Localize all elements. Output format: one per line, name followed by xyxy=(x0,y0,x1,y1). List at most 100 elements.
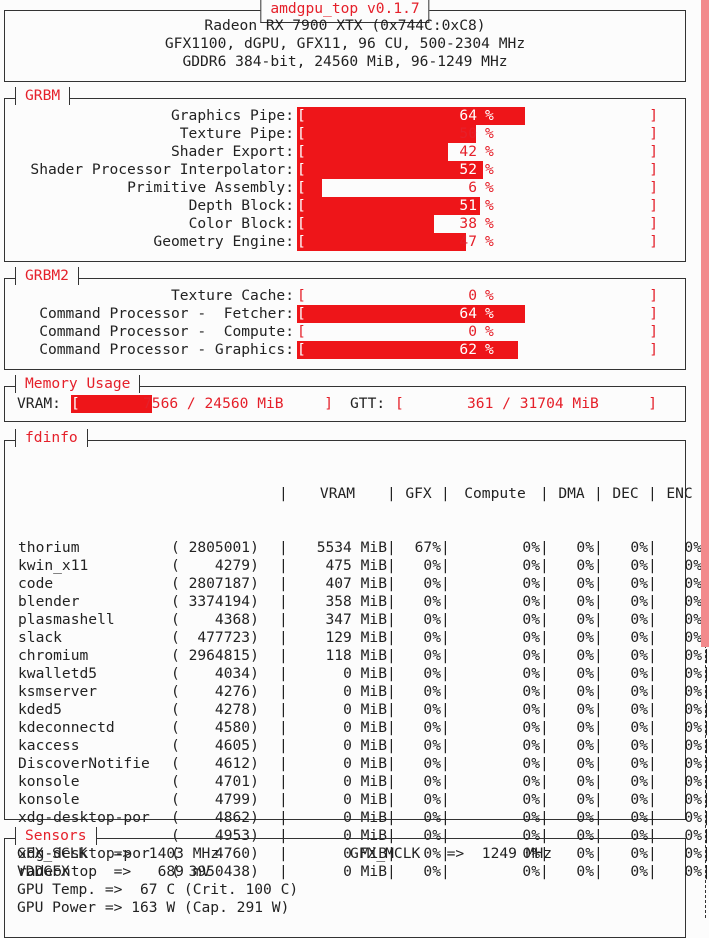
process-dma: 0% xyxy=(576,593,594,610)
vram-gauge-fill xyxy=(71,395,152,413)
gauge-right-bracket: ] xyxy=(649,161,658,178)
process-dma: 0% xyxy=(576,539,594,556)
sensor-gfx-sclk: GFX_SCLK => 1403 MHz xyxy=(17,845,220,862)
column-separator: | xyxy=(648,773,657,790)
column-separator: | xyxy=(279,647,288,664)
process-dma: 0% xyxy=(576,557,594,574)
column-separator: | xyxy=(441,719,450,736)
process-row[interactable]: plasmashell( 4368) | 347 MiB | 0% | 0% | 0% | 0% | 0… xyxy=(18,611,709,629)
gauge-label: Texture Cache: xyxy=(170,287,294,304)
process-pid: ( 4279) xyxy=(171,557,259,574)
process-row[interactable]: kwin_x11( 4279)|475 MiB|0%|0%|0%|0%|0%| xyxy=(18,557,709,575)
column-separator: | xyxy=(387,683,396,700)
gtt-value: 361 / 31704 MiB xyxy=(467,395,599,412)
process-compute: 0% xyxy=(522,539,540,556)
process-dec: 0% xyxy=(630,611,648,628)
process-enc: 0% xyxy=(684,683,702,700)
memory-usage-panel: Memory Usage VRAM: [ 7566 / 24560 MiB ] … xyxy=(4,375,686,422)
gauge-percent-sign: % xyxy=(485,107,494,124)
process-pid: ( 4799) xyxy=(171,791,259,808)
process-dma: 0% xyxy=(576,701,594,718)
grbm-title: GRBM xyxy=(15,87,71,105)
process-pid: ( 477723) xyxy=(171,629,259,646)
usage-gauge: [38%] xyxy=(297,215,658,233)
grbm-panel: GRBM Graphics Pipe:[64%] Texture Pipe:[50… xyxy=(4,87,686,262)
process-row[interactable]: blender( 3374194) | 358 MiB | 0% | 0% | 0% | 0% | 0%… xyxy=(18,593,709,611)
column-separator: | xyxy=(279,665,288,682)
process-enc: 0% xyxy=(684,701,702,718)
column-header-dma: DMA xyxy=(558,485,585,502)
fdinfo-panel: fdinfo | VRAM | GFX | Compute | DMA | DEC | E… xyxy=(4,429,709,880)
column-separator: | xyxy=(387,629,396,646)
column-separator: | xyxy=(279,719,288,736)
process-compute: 0% xyxy=(522,647,540,664)
process-name: kwalletd5 xyxy=(18,665,98,682)
process-name: chromium xyxy=(18,647,89,664)
process-compute: 0% xyxy=(522,665,540,682)
process-dec: 0% xyxy=(630,791,648,808)
process-row[interactable]: kdeconnectd( 4580) | 0 MiB | 0% | 0% | 0% | 0% | 0% | xyxy=(18,719,709,737)
sensors-panel: Sensors GFX_SCLK => 1403 MHz GFX_MCLK =>… xyxy=(4,827,686,938)
column-separator: | xyxy=(387,539,396,556)
process-dma: 0% xyxy=(576,575,594,592)
gtt-label: GTT: xyxy=(350,395,386,412)
process-vram: 0 MiB xyxy=(343,773,387,790)
gauge-value: 6 xyxy=(468,179,477,196)
column-separator: | xyxy=(387,809,396,826)
process-row[interactable]: thorium( 2805001) | 5534 MiB | 67% | 0% | 0% | 0% |… xyxy=(18,539,709,557)
process-vram: 5534 MiB xyxy=(316,539,387,556)
process-enc: 0% xyxy=(684,593,702,610)
process-row[interactable]: xdg-desktop-por( 4862) | 0 MiB | 0% | 0% | 0% | 0%… xyxy=(18,809,709,827)
process-enc: 0% xyxy=(684,539,702,556)
process-dma: 0% xyxy=(576,719,594,736)
gauge-value: 52 xyxy=(459,161,477,178)
column-separator: | xyxy=(279,575,288,592)
column-separator: | xyxy=(279,791,288,808)
vram-label: VRAM: xyxy=(17,395,61,412)
process-gfx: 0% xyxy=(423,647,441,664)
column-separator: | xyxy=(279,683,288,700)
column-separator: | xyxy=(540,611,549,628)
process-row[interactable]: slack( 477723)|129 MiB|0%|0%|0%|0%|0%| xyxy=(18,629,709,647)
process-row[interactable]: kded5( 4278) | 0 MiB | 0% | 0% | 0% | 0% | 0% | xyxy=(18,701,709,719)
process-pid: ( 2807187) xyxy=(171,575,259,592)
process-gfx: 0% xyxy=(423,791,441,808)
process-row[interactable]: ksmserver( 4276) | 0 MiB | 0% | 0% | 0% | 0% | 0% | xyxy=(18,683,709,701)
gauge-value: 38 xyxy=(459,215,477,232)
column-separator: | xyxy=(648,539,657,556)
column-separator: | xyxy=(387,755,396,772)
column-separator: | xyxy=(279,593,288,610)
scrollbar-thumb[interactable] xyxy=(701,0,709,647)
process-row[interactable]: code( 2807187)|407 MiB|0%|0%|0%|0%|0%| xyxy=(18,575,709,593)
process-vram: 129 MiB xyxy=(325,629,387,646)
sensor-gpu-power: GPU Power => 163 W (Cap. 291 W) xyxy=(17,899,290,916)
usage-gauge: [0%] xyxy=(297,287,658,305)
process-gfx: 0% xyxy=(423,755,441,772)
column-header-dec: DEC xyxy=(612,485,639,502)
column-separator: | xyxy=(594,737,603,754)
process-name: plasmashell xyxy=(18,611,115,628)
gauge-right-bracket: ] xyxy=(649,305,658,322)
process-pid: ( 2964815) xyxy=(171,647,259,664)
process-dma: 0% xyxy=(576,791,594,808)
process-dec: 0% xyxy=(630,701,648,718)
column-separator: | xyxy=(648,557,657,574)
device-memory-info: GDDR6 384-bit, 24560 MiB, 96-1249 MHz xyxy=(182,53,508,70)
gauge-value: 50 xyxy=(459,125,477,142)
process-row[interactable]: DiscoverNotifie( 4612) | 0 MiB | 0% | 0% | 0% | 0%… xyxy=(18,755,709,773)
process-vram: 347 MiB xyxy=(325,611,387,628)
process-dec: 0% xyxy=(630,593,648,610)
process-row[interactable]: kaccess( 4605) | 0 MiB | 0% | 0% | 0% | 0% | 0% | xyxy=(18,737,709,755)
column-separator: | xyxy=(387,737,396,754)
process-name: thorium xyxy=(18,539,80,556)
process-compute: 0% xyxy=(522,809,540,826)
device-gfx-info: GFX1100, dGPU, GFX11, 96 CU, 500-2304 MH… xyxy=(164,35,526,52)
gauge-value: 47 xyxy=(459,233,477,250)
process-dec: 0% xyxy=(630,539,648,556)
process-row[interactable]: konsole( 4701) | 0 MiB | 0% | 0% | 0% | 0% | 0% | xyxy=(18,773,709,791)
sensor-vddgfx: VDDGFX => 689 mV xyxy=(17,863,211,880)
process-compute: 0% xyxy=(522,629,540,646)
process-row[interactable]: konsole( 4799) | 0 MiB | 0% | 0% | 0% | 0% | 0% | xyxy=(18,791,709,809)
process-row[interactable]: chromium( 2964815) | 118 MiB | 0% | 0% | 0% | 0% | 0… xyxy=(18,647,709,665)
process-row[interactable]: kwalletd5( 4034) | 0 MiB | 0% | 0% | 0% | 0% | 0% | xyxy=(18,665,709,683)
